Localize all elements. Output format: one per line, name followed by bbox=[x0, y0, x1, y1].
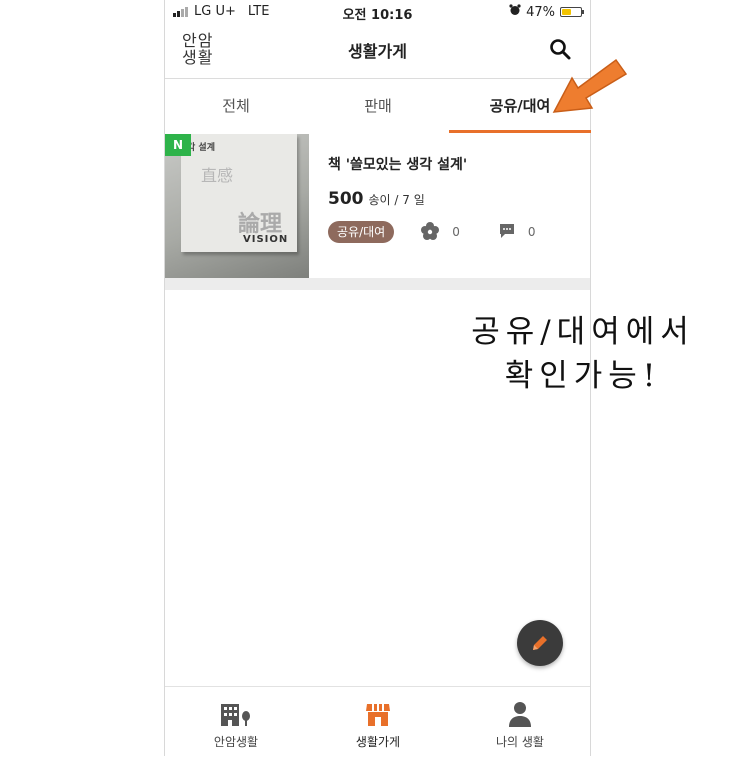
status-right: 47% bbox=[509, 4, 584, 20]
annotation-arrow-icon bbox=[552, 58, 628, 113]
item-thumbnail: 각 설계 直感 論理 VISION N bbox=[165, 134, 309, 278]
book-cover-image: 각 설계 直感 論理 VISION bbox=[181, 134, 297, 252]
battery-percent: 47% bbox=[526, 4, 555, 20]
app-header: 안암 생활 생활가게 bbox=[165, 24, 590, 79]
item-price-unit: 송이 / 7 일 bbox=[368, 193, 425, 207]
list-divider bbox=[165, 278, 590, 290]
bottom-nav: 안암생활 생활가게 나의 생활 bbox=[165, 686, 590, 757]
like-count: 0 bbox=[452, 225, 460, 239]
flower-icon bbox=[420, 221, 452, 244]
comment-stat: 0 bbox=[498, 222, 536, 243]
tab-all[interactable]: 전체 bbox=[165, 79, 307, 133]
pencil-icon bbox=[533, 636, 547, 650]
nav-label: 생활가게 bbox=[355, 735, 401, 749]
category-tabs: 전체 판매 공유/대여 bbox=[165, 79, 591, 133]
user-icon bbox=[509, 702, 531, 727]
annotation-note: 공유/대여에서 확인가능! bbox=[458, 310, 708, 398]
battery-icon bbox=[560, 7, 584, 17]
nav-my-life[interactable]: 나의 생활 bbox=[449, 687, 591, 757]
comment-count: 0 bbox=[527, 225, 536, 239]
nav-label: 안암생활 bbox=[213, 735, 259, 749]
like-stat: 0 bbox=[420, 221, 460, 244]
new-badge: N bbox=[165, 134, 191, 156]
alarm-icon bbox=[509, 4, 521, 20]
page-title: 생활가게 bbox=[348, 42, 407, 61]
item-title: 책 '쓸모있는 생각 설계' bbox=[328, 157, 468, 173]
list-item[interactable]: 각 설계 直感 論理 VISION N 책 '쓸모있는 생각 설계' 500 송… bbox=[165, 134, 590, 278]
store-icon bbox=[366, 704, 390, 726]
nav-life-store[interactable]: 생활가게 bbox=[307, 687, 449, 757]
item-price: 500 bbox=[328, 189, 364, 209]
building-icon bbox=[221, 704, 250, 726]
write-button[interactable] bbox=[517, 620, 563, 666]
comment-icon bbox=[498, 222, 528, 243]
item-meta-row: 공유/대여 0 0 bbox=[328, 220, 536, 244]
status-bar: LG U+ LTE 오전 10:16 47% bbox=[165, 0, 590, 24]
nav-label: 나의 생활 bbox=[496, 735, 544, 749]
annotation-line-2: 확인가능! bbox=[504, 358, 662, 394]
status-badge: 공유/대여 bbox=[328, 221, 395, 243]
tab-sale[interactable]: 판매 bbox=[307, 79, 449, 133]
nav-anam-life[interactable]: 안암생활 bbox=[165, 687, 307, 757]
item-price-row: 500 송이 / 7 일 bbox=[328, 189, 425, 209]
annotation-line-1: 공유/대여에서 bbox=[471, 314, 695, 350]
